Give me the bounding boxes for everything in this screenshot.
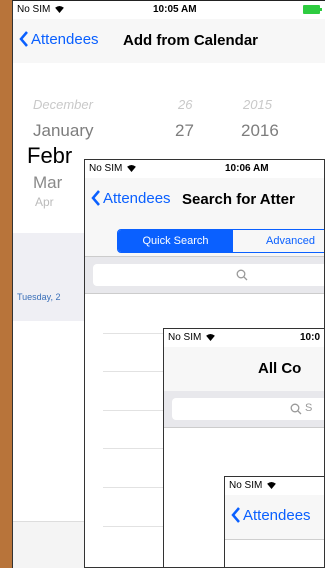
status-bar: No SIM 10:06 AM (85, 160, 324, 178)
picker-year: 2015 (243, 97, 272, 112)
carrier-label: No SIM (229, 480, 276, 491)
wifi-icon (127, 165, 136, 172)
picker-year: 2016 (241, 121, 279, 140)
advanced-search-tab[interactable]: Advanced (233, 230, 324, 252)
page-title: All Co (258, 360, 302, 377)
back-label: Attendees (31, 31, 99, 48)
picker-day: 27 (175, 121, 194, 140)
status-bar: No SIM 10:05 AM (13, 1, 325, 19)
page-title: Add from Calendar (123, 32, 259, 49)
chevron-left-icon (19, 31, 28, 47)
search-input[interactable] (93, 264, 324, 286)
quick-search-tab[interactable]: Quick Search (118, 230, 233, 252)
wifi-icon (267, 482, 276, 489)
search-mode-segmented-control: Quick Search Advanced (117, 229, 324, 253)
nav-bar: Attendees Search for Atter (85, 178, 324, 223)
search-bar (85, 257, 324, 294)
nav-bar: Attendees (225, 495, 324, 540)
screen-attendees-detail: No SIM Attendees (224, 476, 325, 568)
search-icon (290, 403, 302, 415)
nav-bar: Attendees Add from Calendar (13, 19, 325, 64)
carrier-label: No SIM (89, 163, 136, 174)
status-time: 10:05 AM (153, 4, 197, 15)
picker-month: December (33, 97, 93, 112)
carrier-label: No SIM (168, 332, 215, 343)
segment-bar: Quick Search Advanced (85, 222, 324, 257)
picker-month: Apr (35, 195, 54, 209)
picker-month: January (33, 121, 94, 140)
chevron-left-icon (91, 190, 100, 206)
chevron-left-icon (231, 507, 240, 523)
search-bar: S (164, 391, 324, 428)
status-time: 10:06 AM (225, 163, 269, 174)
search-input[interactable]: S (172, 398, 324, 420)
back-button[interactable]: Attendees (91, 190, 171, 207)
back-label: Attendees (243, 507, 311, 524)
wifi-icon (206, 334, 215, 341)
back-button[interactable]: Attendees (231, 507, 311, 524)
status-bar: No SIM (225, 477, 324, 495)
status-time: 10:0 (300, 332, 321, 343)
search-icon (236, 269, 248, 281)
carrier-label: No SIM (17, 4, 64, 15)
picker-month: Mar (33, 173, 63, 192)
nav-bar: All Co (164, 347, 324, 392)
page-title: Search for Atter (182, 191, 295, 208)
picker-month: Febr (27, 143, 73, 168)
back-label: Attendees (103, 190, 171, 207)
wifi-icon (55, 6, 64, 13)
status-bar: No SIM 10:0 (164, 329, 324, 347)
picker-day: 26 (178, 97, 193, 112)
date-label: Tuesday, 2 (17, 292, 61, 302)
battery-icon (303, 5, 322, 14)
back-button[interactable]: Attendees (19, 31, 99, 48)
search-placeholder: S (305, 402, 313, 414)
